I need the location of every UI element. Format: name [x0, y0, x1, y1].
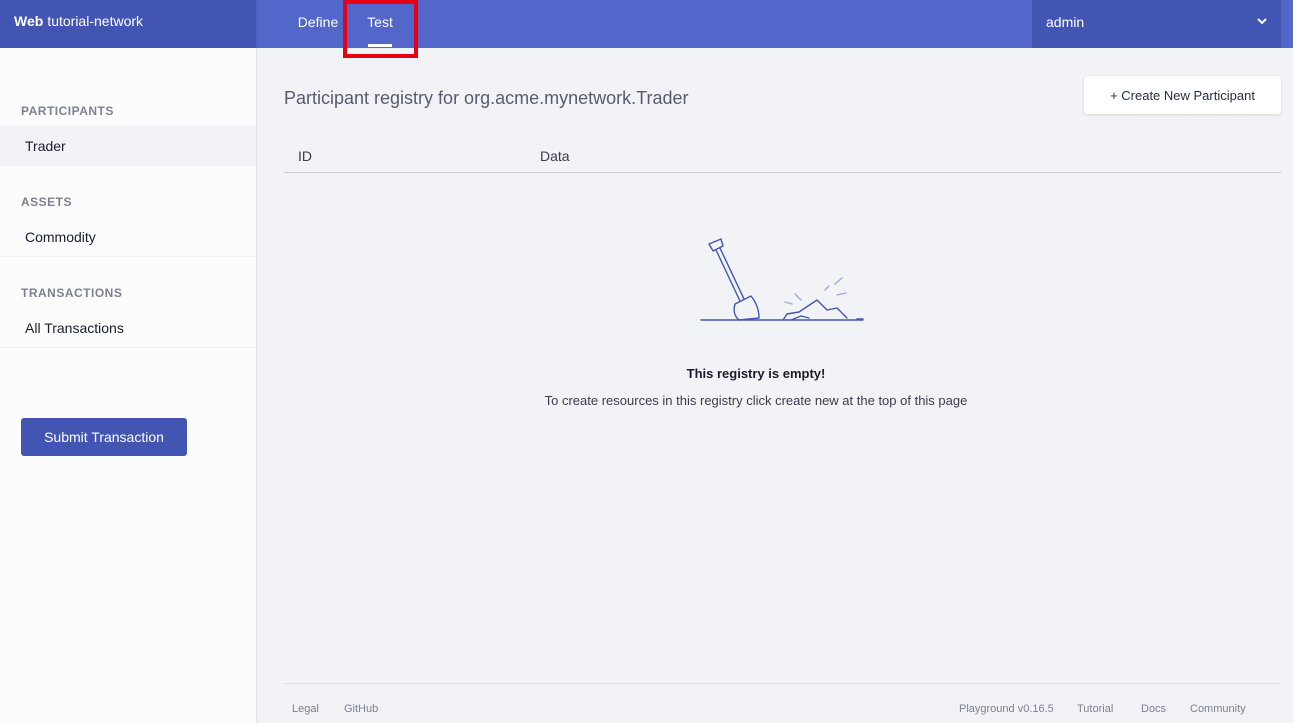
- sidebar-item-label: Commodity: [25, 229, 96, 245]
- table-header: ID Data: [284, 136, 1281, 173]
- empty-state-description: To create resources in this registry cli…: [544, 393, 968, 408]
- footer-link-docs[interactable]: Docs: [1141, 703, 1166, 715]
- brand-name: tutorial-network: [47, 13, 144, 29]
- sidebar-item-commodity[interactable]: Commodity: [0, 217, 256, 257]
- user-name: admin: [1046, 14, 1085, 30]
- empty-state-title: This registry is empty!: [686, 366, 826, 381]
- main-content: Participant registry for org.acme.mynetw…: [257, 48, 1293, 723]
- column-header-id: ID: [298, 148, 312, 164]
- submit-transaction-button[interactable]: Submit Transaction: [21, 418, 187, 456]
- brand-bold: Web: [14, 13, 44, 29]
- page-title: Participant registry for org.acme.mynetw…: [284, 88, 689, 108]
- sidebar-item-trader[interactable]: Trader: [0, 126, 256, 166]
- footer-version: Playground v0.16.5: [959, 703, 1054, 715]
- footer-link-community[interactable]: Community: [1190, 703, 1246, 715]
- user-menu[interactable]: admin: [1032, 0, 1281, 48]
- sidebar: PARTICIPANTS Trader ASSETS Commodity TRA…: [0, 48, 257, 723]
- sidebar-heading-transactions: TRANSACTIONS: [21, 286, 123, 300]
- top-bar: Web tutorial-network Define Test admin: [0, 0, 1293, 48]
- shovel-illustration: [700, 238, 864, 321]
- tab-test-label: Test: [367, 14, 393, 30]
- tab-define-label: Define: [297, 14, 339, 30]
- sidebar-item-label: Trader: [25, 138, 66, 154]
- sidebar-heading-assets: ASSETS: [21, 195, 73, 209]
- chevron-down-icon: [1257, 18, 1267, 25]
- active-tab-indicator: [368, 44, 392, 47]
- sidebar-item-all-transactions[interactable]: All Transactions: [0, 308, 256, 348]
- app-brand[interactable]: Web tutorial-network: [0, 0, 256, 48]
- column-header-data: Data: [540, 148, 570, 164]
- footer-link-github[interactable]: GitHub: [344, 703, 378, 715]
- footer-link-tutorial[interactable]: Tutorial: [1077, 703, 1113, 715]
- create-new-participant-button[interactable]: + Create New Participant: [1084, 76, 1281, 114]
- tab-define[interactable]: Define: [288, 0, 348, 48]
- footer-link-legal[interactable]: Legal: [292, 703, 319, 715]
- sidebar-item-label: All Transactions: [25, 320, 124, 336]
- sidebar-heading-participants: PARTICIPANTS: [21, 104, 114, 118]
- tab-test[interactable]: Test: [346, 0, 414, 48]
- footer: Legal GitHub Playground v0.16.5 Tutorial…: [284, 683, 1281, 723]
